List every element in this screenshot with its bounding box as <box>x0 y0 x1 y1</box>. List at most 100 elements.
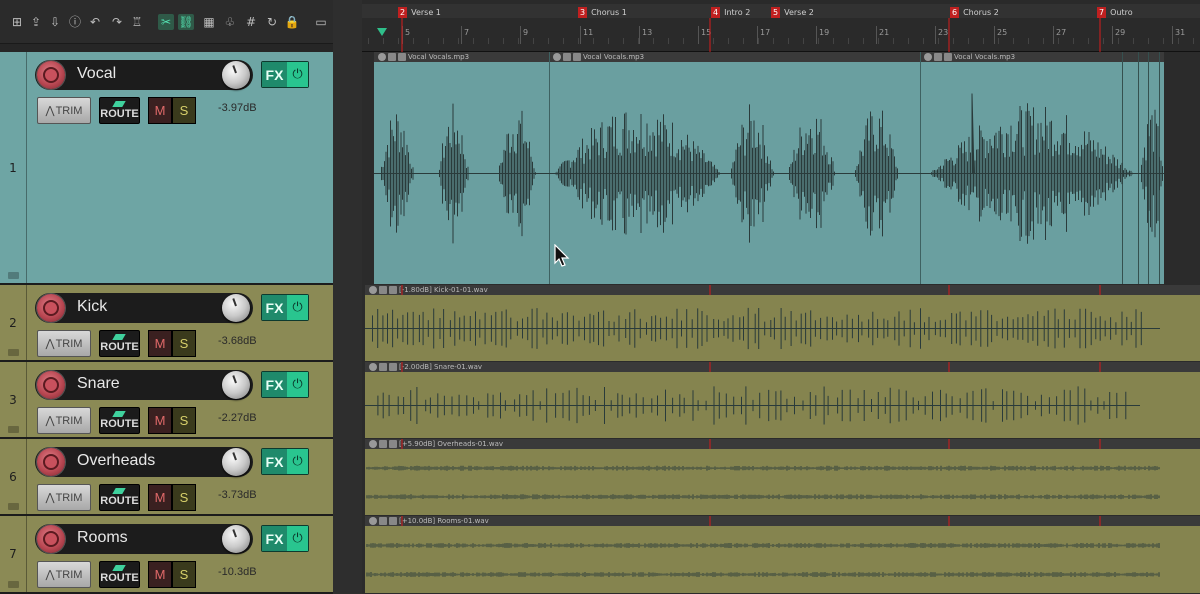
item-fx-icon[interactable] <box>573 53 581 61</box>
fx-button[interactable]: FX <box>262 372 287 397</box>
media-item-rooms[interactable]: [+10.0dB] Rooms-01.wav <box>365 516 1200 593</box>
track-panel-kick[interactable]: 2 Kick FX ⏻ ⋀ TRIM ROUTE M S -3.68dB <box>0 285 333 362</box>
route-button[interactable]: ROUTE <box>99 561 140 588</box>
fx-button-group[interactable]: FX ⏻ <box>261 448 309 475</box>
track-name-box[interactable]: Vocal <box>35 60 253 90</box>
fx-button[interactable]: FX <box>262 62 287 87</box>
item-lock-icon[interactable] <box>369 286 377 294</box>
mute-button[interactable]: M <box>148 484 172 511</box>
volume-knob[interactable] <box>222 525 250 553</box>
marker-verse-1[interactable]: 2 Verse 1 <box>398 6 441 18</box>
open-project-icon[interactable]: ⇪ <box>28 14 44 30</box>
media-item-vocal[interactable]: Vocal Vocals.mp3 Vocal Vocals.mp3 Vocal Vo… <box>374 52 1164 284</box>
solo-button[interactable]: S <box>172 561 196 588</box>
vocal-item-header[interactable]: Vocal Vocals.mp3 <box>920 52 1164 62</box>
item-grouping-icon[interactable]: ⛓ <box>178 14 194 30</box>
marker-outro[interactable]: 7 Outro <box>1097 6 1133 18</box>
new-project-icon[interactable]: ⊞ <box>9 14 25 30</box>
vocal-item-header[interactable]: Vocal Vocals.mp3 <box>549 52 920 62</box>
item-header[interactable]: [-1.80dB] Kick-01-01.wav <box>365 285 1200 295</box>
item-mute-icon[interactable] <box>379 363 387 371</box>
mute-button[interactable]: M <box>148 330 172 357</box>
item-mute-icon[interactable] <box>563 53 571 61</box>
metronome-icon[interactable]: ♖ <box>129 14 145 30</box>
marker-verse-2[interactable]: 5 Verse 2 <box>771 6 814 18</box>
track-panel-snare[interactable]: 3 Snare FX ⏻ ⋀ TRIM ROUTE M S -2.27dB <box>0 362 333 439</box>
item-header[interactable]: [+10.0dB] Rooms-01.wav <box>365 516 1200 526</box>
volume-knob[interactable] <box>222 448 250 476</box>
item-lock-icon[interactable] <box>369 440 377 448</box>
record-arm-button[interactable] <box>37 525 65 553</box>
redo-icon[interactable]: ↷ <box>109 14 125 30</box>
item-mute-icon[interactable] <box>379 517 387 525</box>
trim-button[interactable]: ⋀ TRIM <box>37 330 91 357</box>
folder-icon[interactable] <box>8 272 19 279</box>
track-name-box[interactable]: Kick <box>35 293 253 323</box>
track-name[interactable]: Rooms <box>77 529 128 547</box>
undo-icon[interactable]: ↶ <box>87 14 103 30</box>
item-fx-icon[interactable] <box>389 517 397 525</box>
fx-button-group[interactable]: FX ⏻ <box>261 371 309 398</box>
fx-button-group[interactable]: FX ⏻ <box>261 525 309 552</box>
route-button[interactable]: ROUTE <box>99 407 140 434</box>
folder-icon[interactable] <box>8 349 19 356</box>
item-mute-icon[interactable] <box>379 286 387 294</box>
track-name[interactable]: Vocal <box>77 65 116 83</box>
fx-button[interactable]: FX <box>262 449 287 474</box>
fx-bypass-icon[interactable]: ⏻ <box>287 62 308 87</box>
fx-button[interactable]: FX <box>262 295 287 320</box>
track-panel-rooms[interactable]: 7 Rooms FX ⏻ ⋀ TRIM ROUTE M S -10.3dB <box>0 516 333 594</box>
record-arm-button[interactable] <box>37 294 65 322</box>
track-panel-vocal[interactable]: 1 Vocal FX ⏻ ⋀ TRIM ROUTE M S -3.97dB <box>0 52 333 285</box>
item-lock-icon[interactable] <box>378 53 386 61</box>
loop-icon[interactable]: ↻ <box>264 14 280 30</box>
lane-snare[interactable]: [-2.00dB] Snare-01.wav <box>362 362 1200 439</box>
item-fx-icon[interactable] <box>389 440 397 448</box>
route-button[interactable]: ROUTE <box>99 330 140 357</box>
folder-icon[interactable] <box>8 581 19 588</box>
media-item-overheads[interactable]: [+5.90dB] Overheads-01.wav <box>365 439 1200 515</box>
trim-button[interactable]: ⋀ TRIM <box>37 407 91 434</box>
fx-button-group[interactable]: FX ⏻ <box>261 294 309 321</box>
track-panel-overheads[interactable]: 6 Overheads FX ⏻ ⋀ TRIM ROUTE M S -3.73dB <box>0 439 333 516</box>
route-button[interactable]: ROUTE <box>99 484 140 511</box>
item-mute-icon[interactable] <box>388 53 396 61</box>
fx-bypass-icon[interactable]: ⏻ <box>287 295 308 320</box>
item-lock-icon[interactable] <box>369 363 377 371</box>
solo-button[interactable]: S <box>172 330 196 357</box>
lane-kick[interactable]: [-1.80dB] Kick-01-01.wav <box>362 285 1200 362</box>
item-fx-icon[interactable] <box>944 53 952 61</box>
lane-overheads[interactable]: [+5.90dB] Overheads-01.wav <box>362 439 1200 516</box>
solo-button[interactable]: S <box>172 407 196 434</box>
project-info-icon[interactable]: ⓘ <box>67 14 83 30</box>
item-fx-icon[interactable] <box>398 53 406 61</box>
track-name-box[interactable]: Overheads <box>35 447 253 477</box>
track-name[interactable]: Kick <box>77 298 107 316</box>
record-arm-button[interactable] <box>37 61 65 89</box>
lock-icon[interactable]: 🔒 <box>284 14 300 30</box>
volume-knob[interactable] <box>222 61 250 89</box>
save-project-icon[interactable]: ⇩ <box>47 14 63 30</box>
lane-rooms[interactable]: [+10.0dB] Rooms-01.wav <box>362 516 1200 594</box>
item-lock-icon[interactable] <box>924 53 932 61</box>
item-fx-icon[interactable] <box>389 286 397 294</box>
solo-button[interactable]: S <box>172 97 196 124</box>
playhead-icon[interactable] <box>377 28 387 36</box>
mute-button[interactable]: M <box>148 97 172 124</box>
track-name[interactable]: Overheads <box>77 452 155 470</box>
item-mute-icon[interactable] <box>934 53 942 61</box>
track-name-box[interactable]: Snare <box>35 370 253 400</box>
media-item-snare[interactable]: [-2.00dB] Snare-01.wav <box>365 362 1200 438</box>
ripple-edit-icon[interactable]: ✂ <box>158 14 174 30</box>
marker-chorus-2[interactable]: 6 Chorus 2 <box>950 6 999 18</box>
item-header[interactable]: [-2.00dB] Snare-01.wav <box>365 362 1200 372</box>
trim-button[interactable]: ⋀ TRIM <box>37 561 91 588</box>
lane-vocal[interactable]: Vocal Vocals.mp3 Vocal Vocals.mp3 Vocal Vo… <box>362 52 1200 285</box>
view-toggle-icon[interactable]: ▭ <box>313 14 329 30</box>
track-name[interactable]: Snare <box>77 375 120 393</box>
fx-bypass-icon[interactable]: ⏻ <box>287 372 308 397</box>
media-item-kick[interactable]: [-1.80dB] Kick-01-01.wav <box>365 285 1200 361</box>
folder-icon[interactable] <box>8 503 19 510</box>
vocal-item-header[interactable]: Vocal Vocals.mp3 <box>374 52 549 62</box>
item-fx-icon[interactable] <box>389 363 397 371</box>
